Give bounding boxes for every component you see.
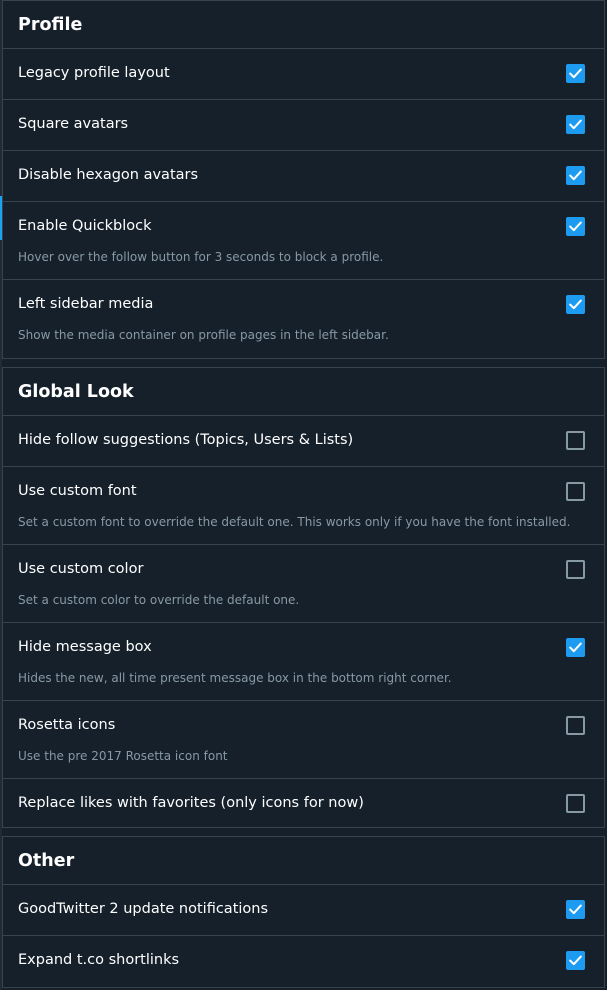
setting-label: Enable Quickblock: [18, 218, 152, 234]
setting-square-avatars[interactable]: Square avatars: [3, 100, 604, 151]
setting-label: Disable hexagon avatars: [18, 167, 199, 183]
setting-label: Expand t.co shortlinks: [18, 952, 180, 968]
setting-enable-quickblock[interactable]: Enable Quickblock Hover over the follow …: [3, 202, 604, 280]
setting-expand-tco-shortlinks[interactable]: Expand t.co shortlinks: [3, 936, 604, 987]
checkbox[interactable]: [566, 900, 585, 919]
checkbox[interactable]: [566, 482, 585, 501]
setting-label: Use custom font: [18, 483, 137, 499]
checkmark-icon: [569, 299, 582, 310]
setting-label: Replace likes with favorites (only icons…: [18, 795, 364, 811]
checkbox[interactable]: [566, 431, 585, 450]
section-title-global-look: Global Look: [3, 368, 604, 416]
setting-description: Use the pre 2017 Rosetta icon font: [18, 749, 228, 763]
checkmark-icon: [569, 221, 582, 232]
setting-description: Set a custom color to override the defau…: [18, 593, 300, 607]
checkbox[interactable]: [566, 560, 585, 579]
checkmark-icon: [569, 119, 582, 130]
setting-label: Rosetta icons: [18, 717, 116, 733]
setting-label: Hide message box: [18, 639, 152, 655]
setting-label: Left sidebar media: [18, 296, 154, 312]
setting-rosetta-icons[interactable]: Rosetta icons Use the pre 2017 Rosetta i…: [3, 701, 604, 779]
setting-use-custom-font[interactable]: Use custom font Set a custom font to ove…: [3, 467, 604, 545]
checkbox[interactable]: [566, 638, 585, 657]
setting-hide-message-box[interactable]: Hide message box Hides the new, all time…: [3, 623, 604, 701]
setting-disable-hexagon-avatars[interactable]: Disable hexagon avatars: [3, 151, 604, 202]
checkbox[interactable]: [566, 716, 585, 735]
setting-description: Set a custom font to override the defaul…: [18, 515, 571, 529]
setting-legacy-profile-layout[interactable]: Legacy profile layout: [3, 49, 604, 100]
other-section: Other GoodTwitter 2 update notifications…: [2, 836, 605, 988]
checkmark-icon: [569, 68, 582, 79]
section-title-profile: Profile: [3, 0, 604, 49]
section-title-other: Other: [3, 837, 604, 885]
checkbox[interactable]: [566, 64, 585, 83]
setting-label: Use custom color: [18, 561, 144, 577]
checkmark-icon: [569, 904, 582, 915]
checkmark-icon: [569, 955, 582, 966]
setting-label: Square avatars: [18, 116, 129, 132]
setting-description: Hides the new, all time present message …: [18, 671, 452, 685]
setting-use-custom-color[interactable]: Use custom color Set a custom color to o…: [3, 545, 604, 623]
setting-description: Show the media container on profile page…: [18, 328, 389, 342]
setting-label: Legacy profile layout: [18, 65, 170, 81]
setting-hide-follow-suggestions[interactable]: Hide follow suggestions (Topics, Users &…: [3, 416, 604, 467]
checkbox[interactable]: [566, 794, 585, 813]
global-look-section: Global Look Hide follow suggestions (Top…: [2, 367, 605, 828]
checkbox[interactable]: [566, 115, 585, 134]
checkbox[interactable]: [566, 166, 585, 185]
setting-left-sidebar-media[interactable]: Left sidebar media Show the media contai…: [3, 280, 604, 358]
setting-label: Hide follow suggestions (Topics, Users &…: [18, 432, 354, 448]
checkbox[interactable]: [566, 951, 585, 970]
setting-description: Hover over the follow button for 3 secon…: [18, 250, 384, 264]
setting-replace-likes-with-favorites[interactable]: Replace likes with favorites (only icons…: [3, 779, 604, 830]
checkmark-icon: [569, 642, 582, 653]
checkmark-icon: [569, 170, 582, 181]
profile-section: Profile Legacy profile layout Square ava…: [2, 0, 605, 359]
setting-label: GoodTwitter 2 update notifications: [18, 901, 269, 917]
setting-update-notifications[interactable]: GoodTwitter 2 update notifications: [3, 885, 604, 936]
checkbox[interactable]: [566, 295, 585, 314]
checkbox[interactable]: [566, 217, 585, 236]
